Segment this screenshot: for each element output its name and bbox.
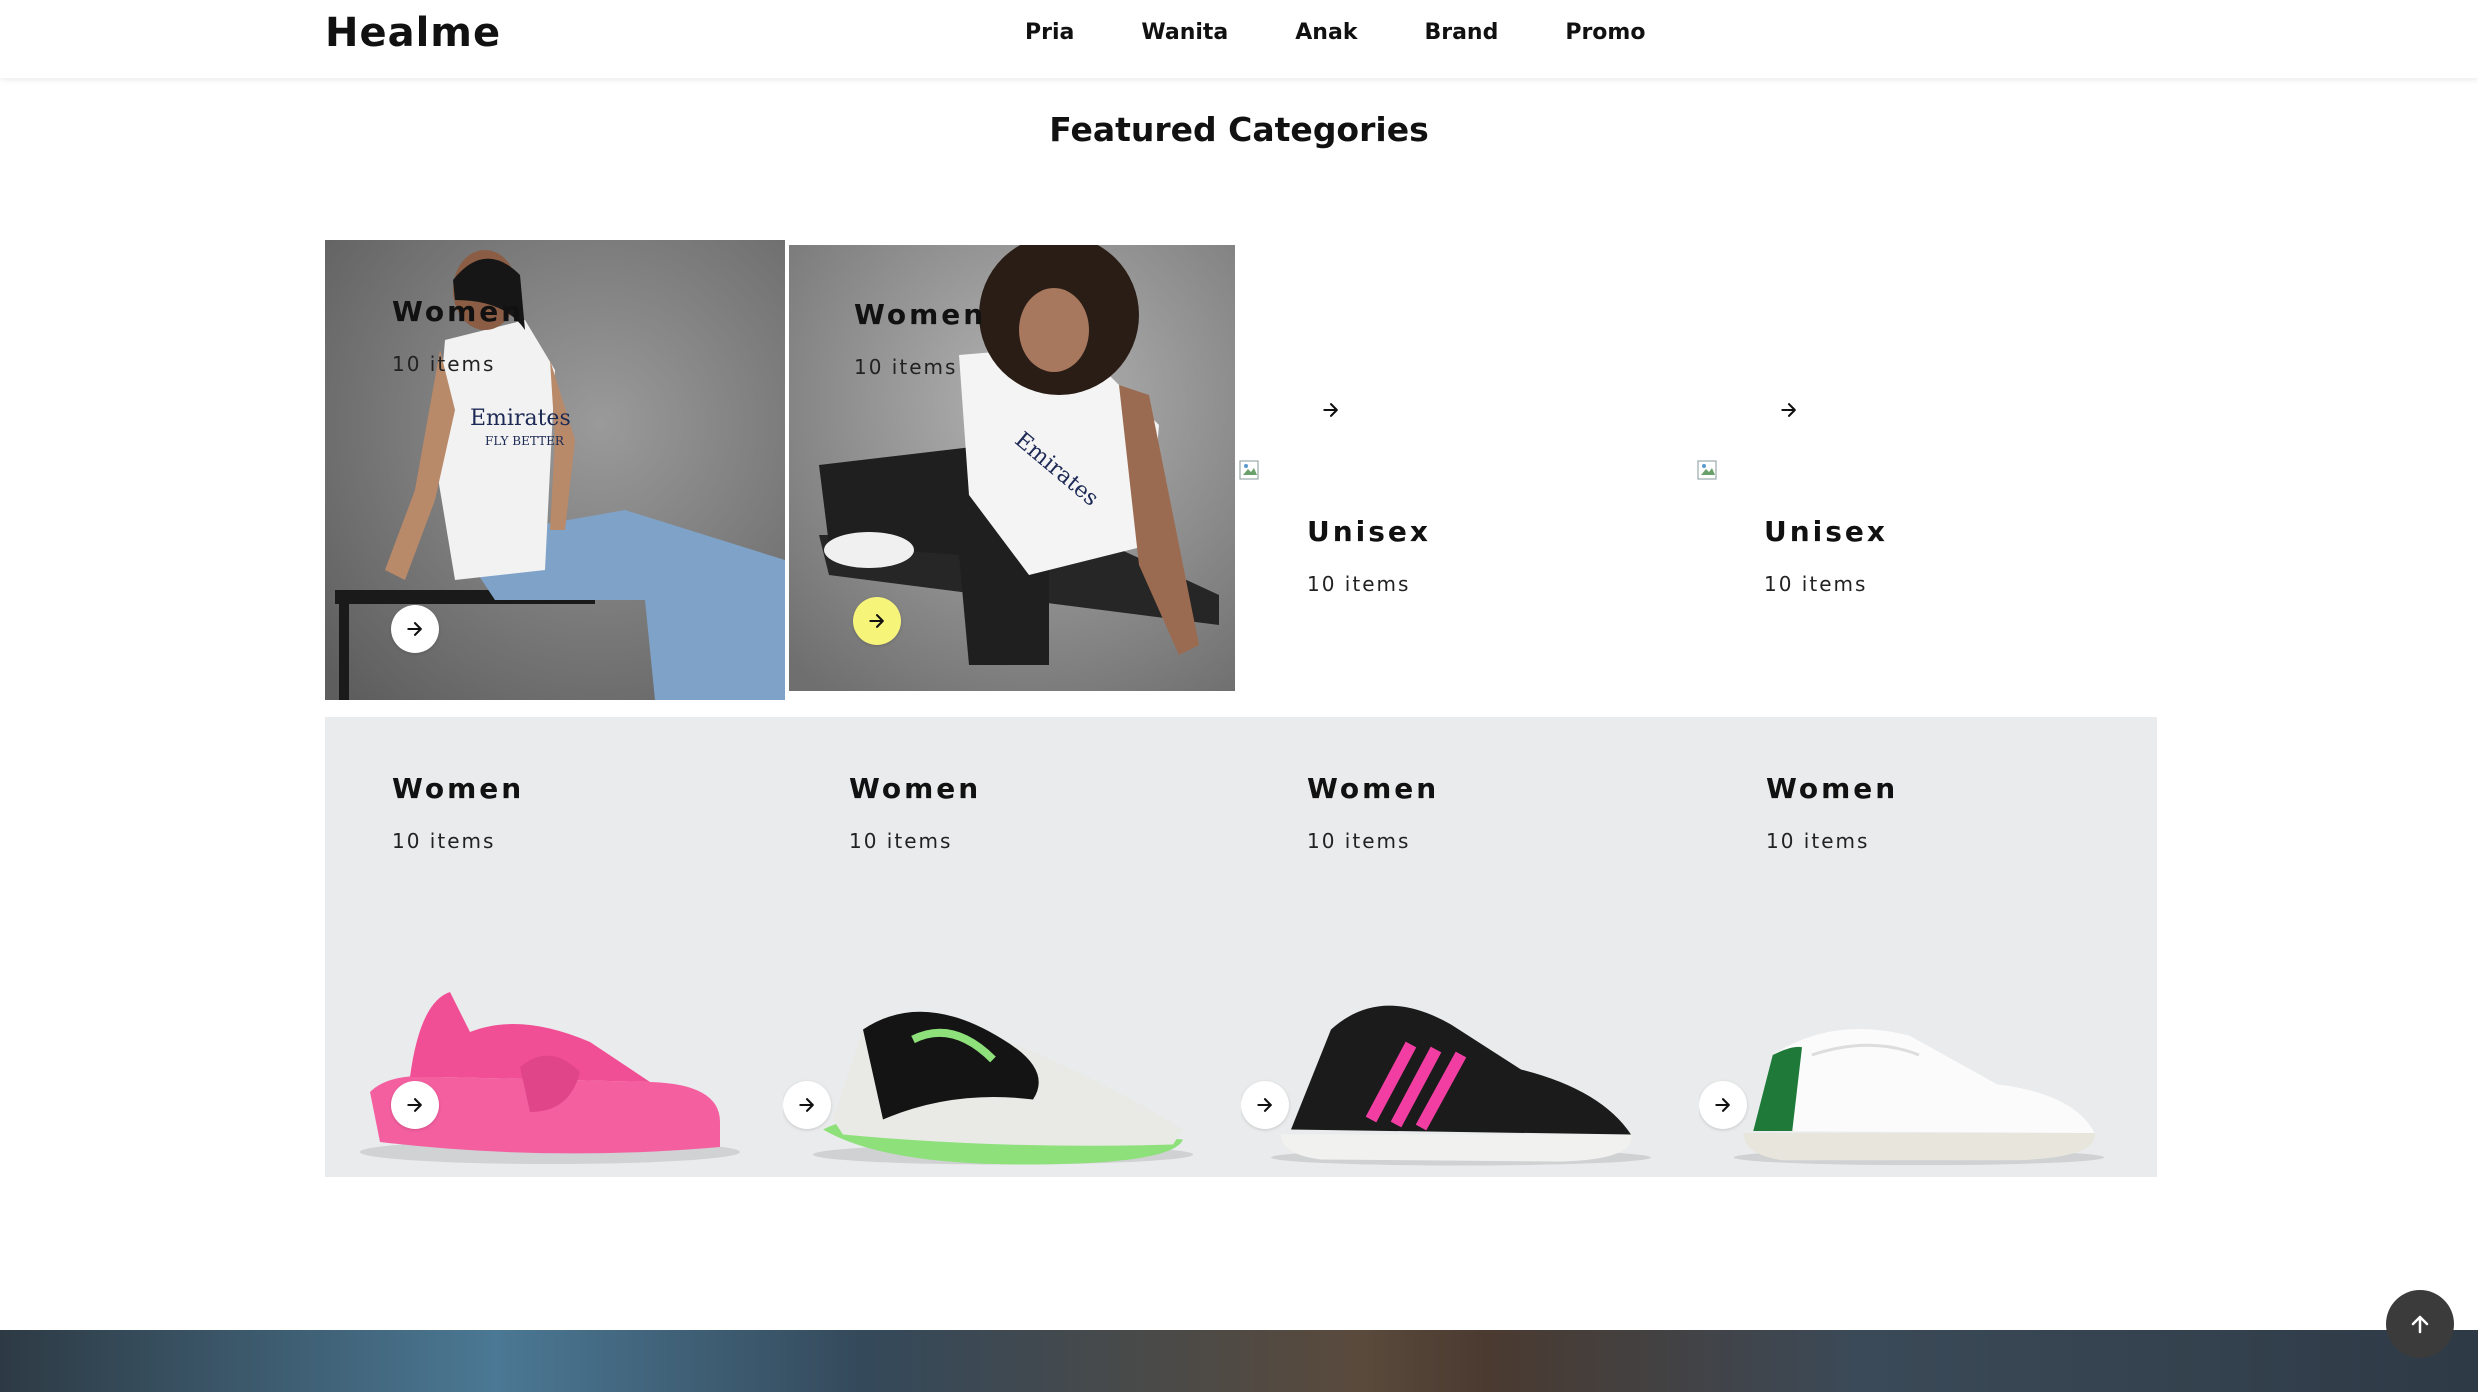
card-title: Women (1307, 772, 1440, 805)
card-item-count: 10 items (1307, 572, 1411, 596)
category-card-shoe-2[interactable]: Women 10 items (783, 717, 1241, 1177)
arrow-right-icon[interactable] (1307, 386, 1355, 434)
card-title: Women (392, 772, 525, 805)
category-card-unisex-1[interactable]: Unisex 10 items (1239, 240, 1695, 700)
card-title: Women (392, 295, 525, 328)
svg-text:FLY BETTER: FLY BETTER (485, 434, 565, 448)
category-card-shoe-3[interactable]: Women 10 items (1241, 717, 1699, 1177)
card-title: Women (1766, 772, 1899, 805)
card-item-count: 10 items (392, 352, 496, 376)
arrow-right-icon[interactable] (1699, 1081, 1747, 1129)
nav-item-brand[interactable]: Brand (1424, 18, 1498, 48)
promo-banner-image (0, 1330, 2478, 1392)
card-item-count: 10 items (1764, 572, 1868, 596)
card-item-count: 10 items (1766, 829, 1870, 853)
card-title: Unisex (1307, 515, 1431, 548)
broken-image-icon (1697, 460, 1717, 480)
card-item-count: 10 items (854, 355, 958, 379)
sneaker-image (1733, 1029, 2105, 1166)
site-header: Healme Pria Wanita Anak Brand Promo (0, 0, 2478, 78)
category-card-unisex-2[interactable]: Unisex 10 items (1697, 240, 2153, 700)
nav-item-anak[interactable]: Anak (1295, 18, 1357, 48)
site-logo[interactable]: Healme (325, 10, 501, 56)
sneaker-image (813, 1011, 1193, 1165)
card-title: Women (849, 772, 982, 805)
card-item-count: 10 items (1307, 829, 1411, 853)
scroll-to-top-button[interactable] (2386, 1290, 2454, 1358)
arrow-right-icon[interactable] (391, 605, 439, 653)
sandal-image (360, 992, 740, 1164)
section-title: Featured Categories (1049, 110, 1429, 149)
card-item-count: 10 items (849, 829, 953, 853)
card-title: Women (854, 298, 987, 331)
arrow-right-icon[interactable] (783, 1081, 831, 1129)
card-title: Unisex (1764, 515, 1888, 548)
arrow-up-icon (2411, 1315, 2429, 1334)
nav-item-promo[interactable]: Promo (1565, 18, 1645, 48)
svg-text:Emirates: Emirates (470, 406, 571, 431)
shoe-categories-panel: Women 10 items Women 10 items Women 10 i… (325, 717, 2157, 1177)
main-nav: Pria Wanita Anak Brand Promo (1025, 18, 1712, 48)
category-card-shoe-4[interactable]: Women 10 items (1699, 717, 2157, 1177)
nav-item-pria[interactable]: Pria (1025, 18, 1074, 48)
arrow-right-icon[interactable] (391, 1081, 439, 1129)
arrow-right-icon[interactable] (1765, 386, 1813, 434)
arrow-right-icon[interactable] (853, 597, 901, 645)
arrow-right-icon[interactable] (1241, 1081, 1289, 1129)
card-item-count: 10 items (392, 829, 496, 853)
category-card-shoe-1[interactable]: Women 10 items (325, 717, 783, 1177)
broken-image-icon (1239, 460, 1259, 480)
nav-item-wanita[interactable]: Wanita (1141, 18, 1228, 48)
sneaker-image (1271, 1005, 1651, 1166)
